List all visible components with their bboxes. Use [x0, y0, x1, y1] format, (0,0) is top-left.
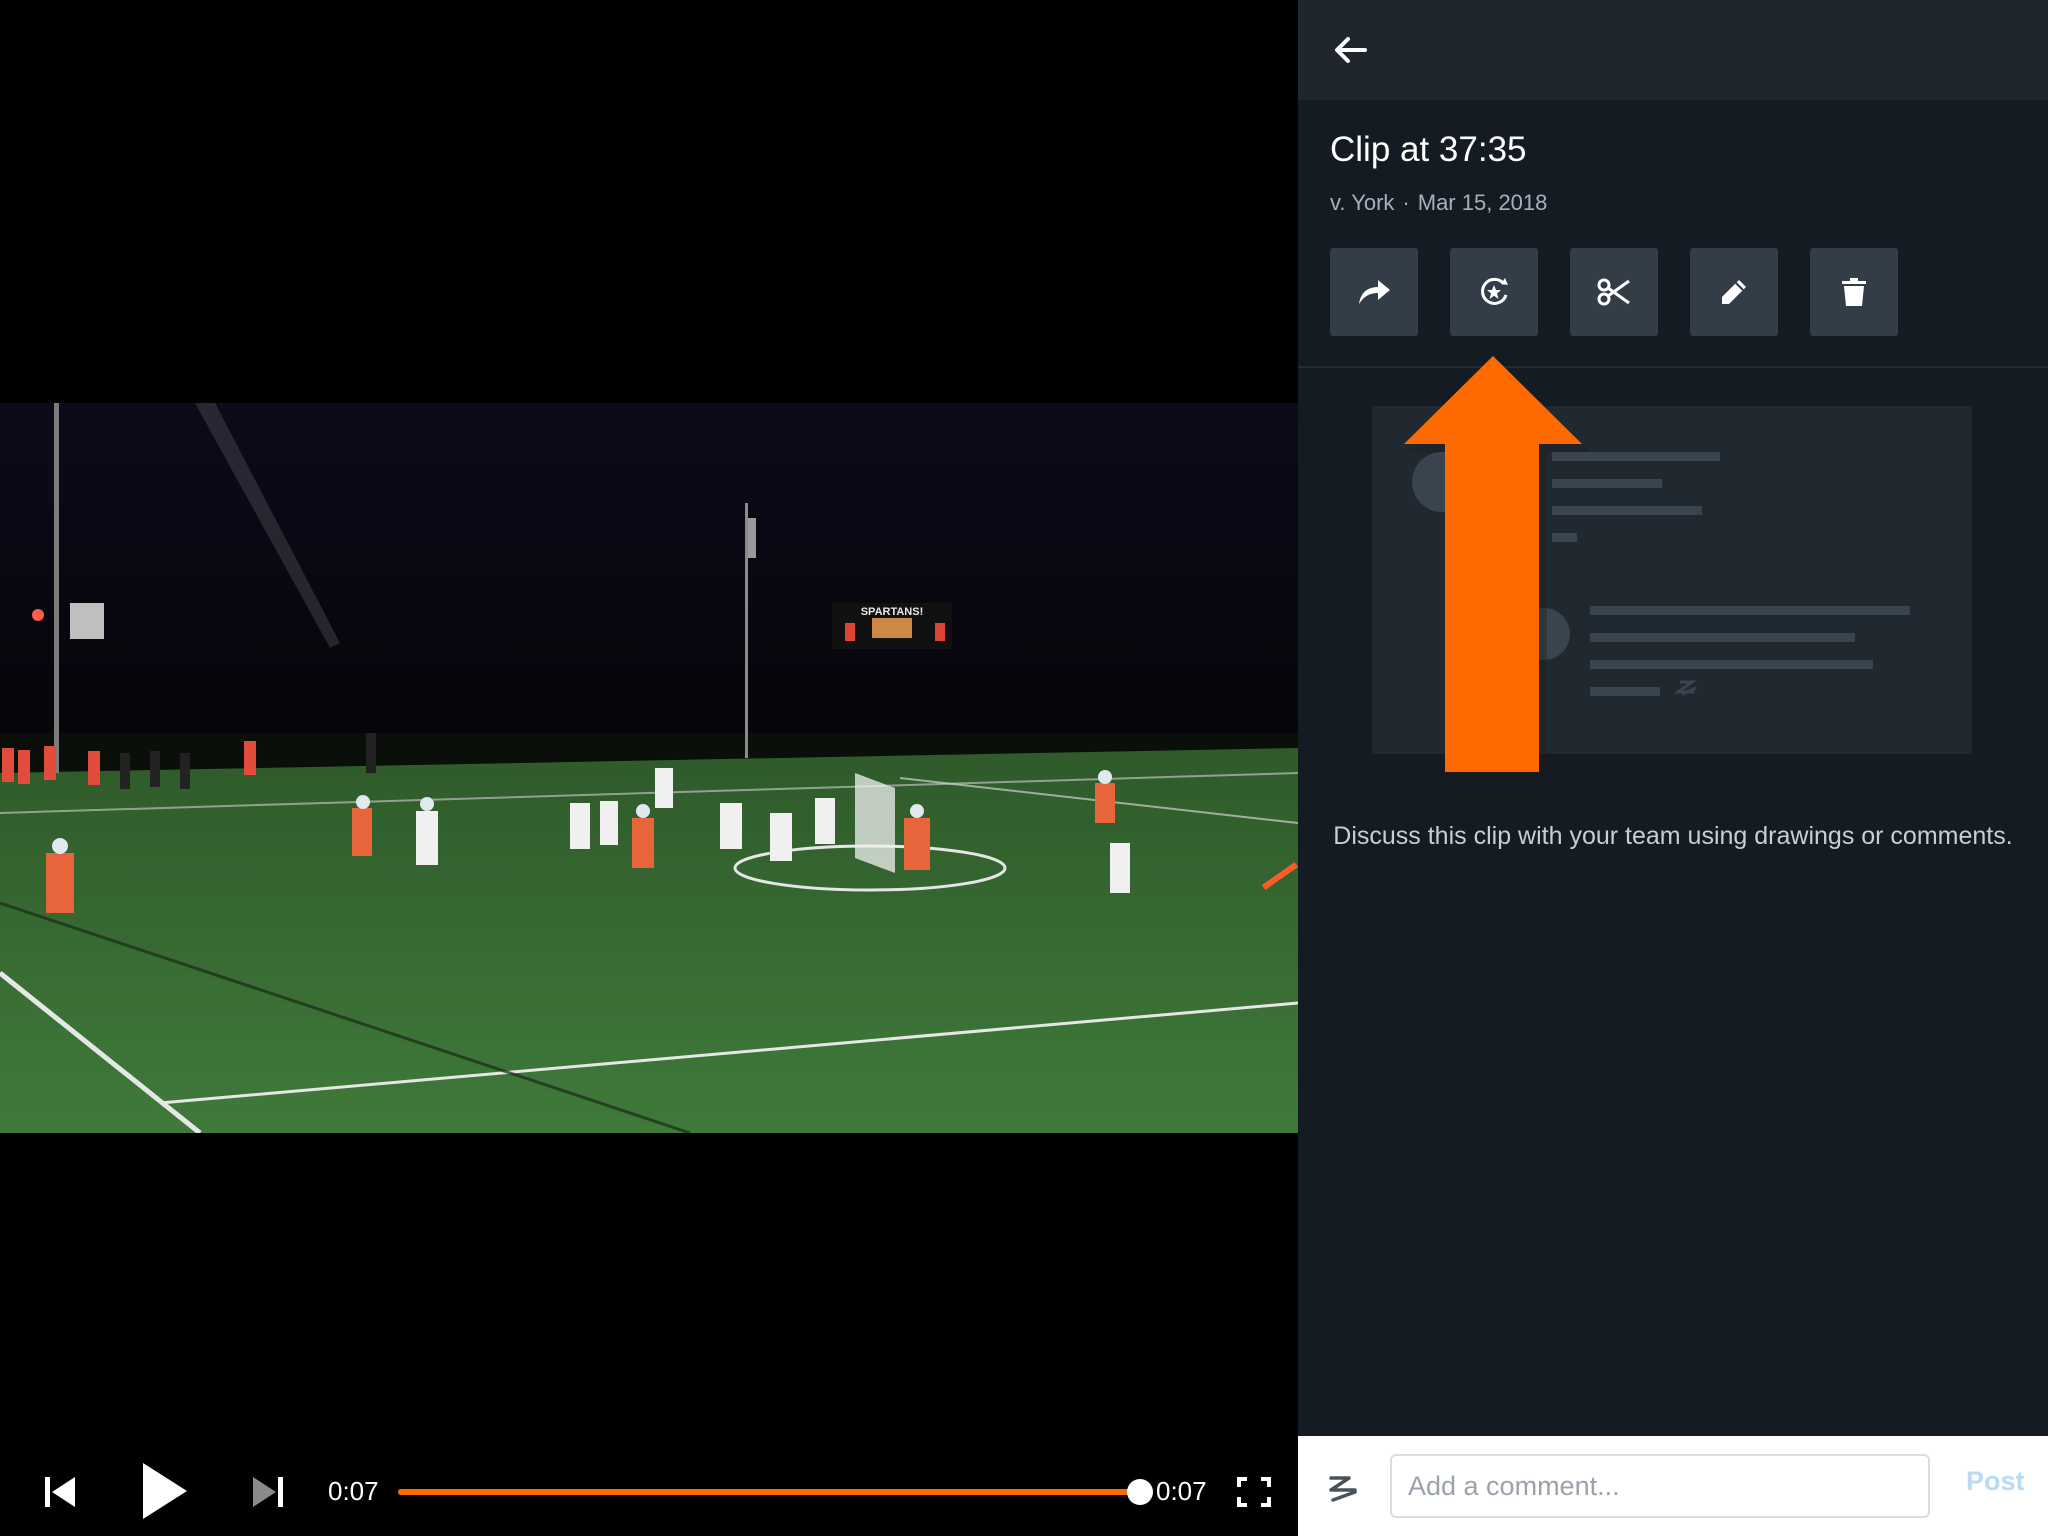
video-player[interactable]: SPARTANS! 0:07 0:07: [0, 0, 1298, 1536]
trash-icon: [1842, 278, 1866, 306]
skip-previous-button[interactable]: [38, 1468, 82, 1516]
progress-bar[interactable]: [398, 1479, 1153, 1505]
fullscreen-button[interactable]: [1230, 1474, 1278, 1510]
meta-separator: ·: [1402, 190, 1410, 215]
video-frame[interactable]: SPARTANS!: [0, 403, 1298, 1133]
progress-scrubber-handle[interactable]: [1127, 1479, 1153, 1505]
clip-date: Mar 15, 2018: [1417, 190, 1548, 215]
skip-next-icon: [253, 1477, 283, 1507]
current-time: 0:07: [328, 1476, 379, 1506]
opponent-label: v. York: [1330, 190, 1395, 215]
draw-button[interactable]: [1320, 1464, 1366, 1510]
share-icon: [1359, 280, 1390, 304]
scissors-icon: [1597, 278, 1630, 306]
delete-button[interactable]: [1810, 248, 1898, 336]
share-button[interactable]: [1330, 248, 1418, 336]
play-button[interactable]: [134, 1458, 194, 1524]
trim-button[interactable]: [1570, 248, 1658, 336]
clip-meta: v. York · Mar 15, 2018: [1330, 190, 1547, 216]
scoreboard-banner: SPARTANS!: [861, 606, 924, 618]
progress-fill: [398, 1489, 1140, 1495]
comment-bar: Post: [1298, 1436, 2048, 1536]
skip-next-button[interactable]: [246, 1468, 290, 1516]
play-icon: [143, 1463, 187, 1519]
comment-input[interactable]: [1390, 1454, 1930, 1518]
skip-previous-icon: [45, 1477, 75, 1507]
pencil-icon: [1722, 280, 1746, 304]
clip-action-bar: [1330, 248, 1930, 336]
duration-time: 0:07: [1156, 1476, 1207, 1506]
annotation-arrow: [1404, 356, 1590, 776]
edit-button[interactable]: [1690, 248, 1778, 336]
post-button[interactable]: Post: [1966, 1466, 2025, 1497]
highlight-button[interactable]: [1450, 248, 1538, 336]
clip-title: Clip at 37:35: [1330, 130, 1527, 169]
lacrosse-game-video-still: SPARTANS!: [0, 403, 1298, 1133]
panel-header: [1298, 0, 2048, 100]
back-button[interactable]: [1322, 24, 1378, 76]
highlight-star-icon: [1481, 277, 1508, 305]
fullscreen-icon: [1237, 1477, 1271, 1507]
arrow-left-icon: [1335, 37, 1367, 63]
empty-state-message: Discuss this clip with your team using d…: [1333, 822, 2013, 850]
drawing-squiggle-icon: [1329, 1476, 1357, 1502]
